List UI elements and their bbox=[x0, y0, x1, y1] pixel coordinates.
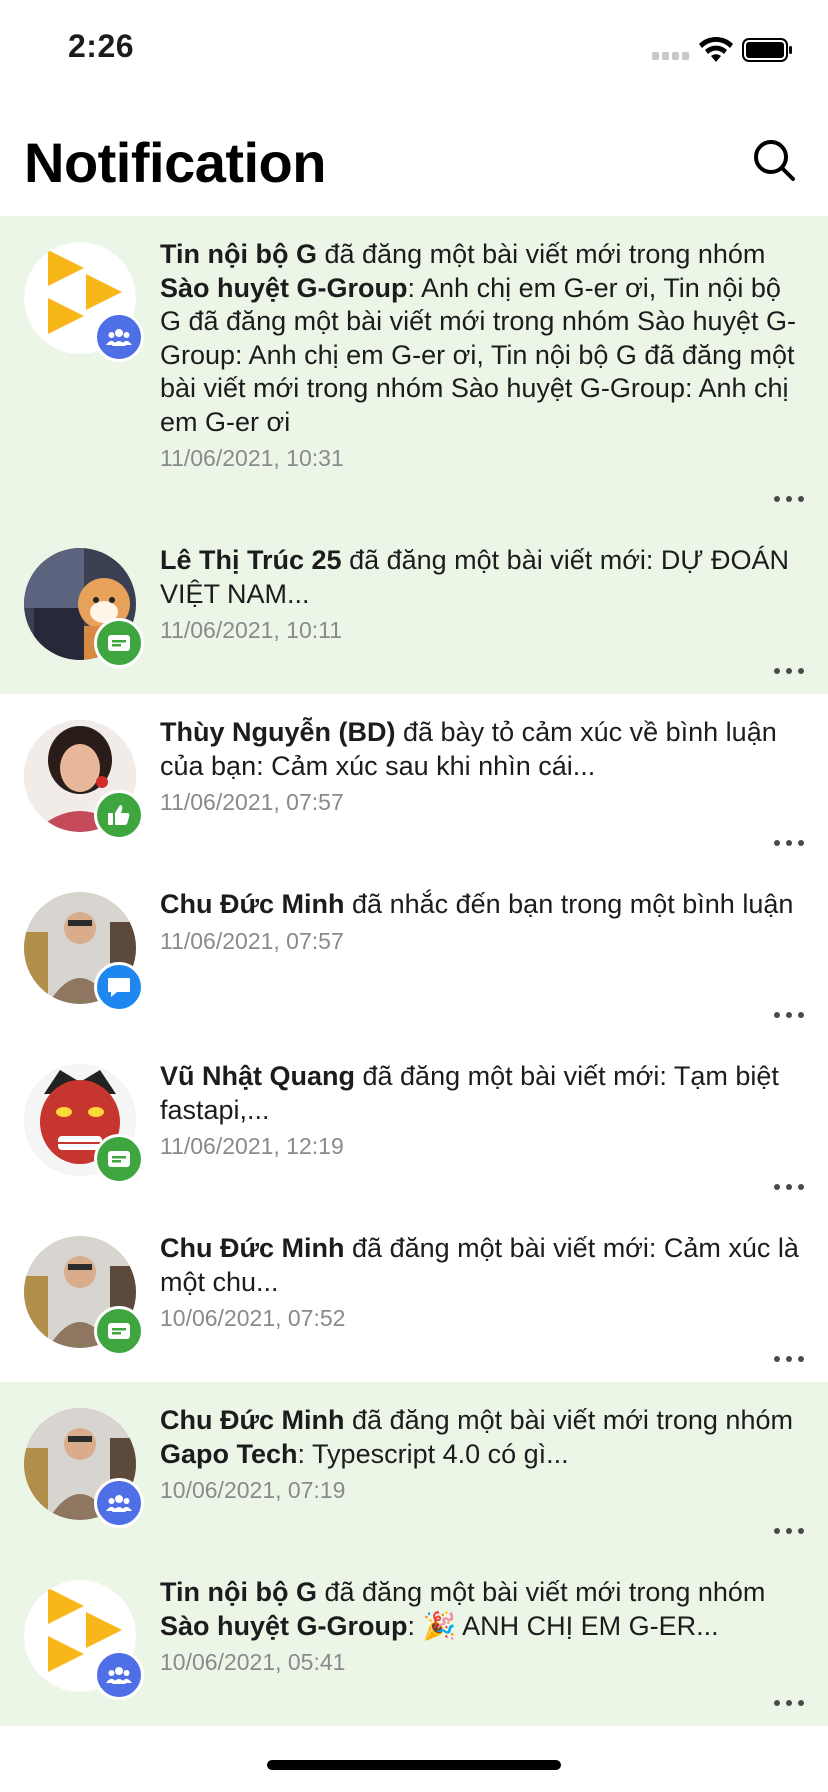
actor-name[interactable]: Tin nội bộ G bbox=[160, 239, 317, 269]
notification-item[interactable]: Vũ Nhật Quang đã đăng một bài viết mới: … bbox=[0, 1038, 828, 1210]
notification-text: Tin nội bộ G đã đăng một bài viết mới tr… bbox=[160, 1576, 808, 1643]
actor-name[interactable]: Lê Thị Trúc 25 bbox=[160, 545, 342, 575]
comment-icon bbox=[94, 962, 144, 1012]
notification-content: Lê Thị Trúc 25 đã đăng một bài viết mới:… bbox=[160, 544, 808, 644]
page-title: Notification bbox=[24, 131, 326, 194]
actor-name[interactable]: Chu Đức Minh bbox=[160, 889, 345, 919]
notification-message: đã đăng một bài viết mới trong nhóm bbox=[316, 1577, 766, 1607]
notification-content: Thùy Nguyễn (BD) đã bày tỏ cảm xúc về bì… bbox=[160, 716, 808, 816]
notification-time: 11/06/2021, 07:57 bbox=[160, 789, 344, 815]
battery-icon bbox=[742, 38, 792, 62]
actor-name[interactable]: Tin nội bộ G bbox=[160, 1577, 317, 1607]
more-options-icon[interactable] bbox=[774, 494, 804, 504]
actor-name[interactable]: Thùy Nguyễn (BD) bbox=[160, 717, 396, 747]
avatar-wrap bbox=[24, 1408, 144, 1528]
more-options-icon[interactable] bbox=[774, 666, 804, 676]
notification-content: Chu Đức Minh đã đăng một bài viết mới: C… bbox=[160, 1232, 808, 1332]
more-options-icon[interactable] bbox=[774, 1182, 804, 1192]
group-icon bbox=[94, 1478, 144, 1528]
group-name[interactable]: Gapo Tech bbox=[160, 1439, 298, 1469]
notification-text: Vũ Nhật Quang đã đăng một bài viết mới: … bbox=[160, 1060, 808, 1127]
notification-text: Lê Thị Trúc 25 đã đăng một bài viết mới:… bbox=[160, 544, 808, 611]
wifi-icon bbox=[699, 36, 733, 62]
group-name[interactable]: Sào huyệt G-Group bbox=[160, 273, 408, 303]
status-bar: 2:26 bbox=[0, 0, 828, 100]
notification-item[interactable]: Tin nội bộ G đã đăng một bài viết mới tr… bbox=[0, 1554, 828, 1726]
avatar-wrap bbox=[24, 1064, 144, 1184]
notification-time: 11/06/2021, 10:11 bbox=[160, 617, 343, 643]
avatar-wrap bbox=[24, 242, 144, 362]
notification-time: 10/06/2021, 05:41 bbox=[160, 1649, 346, 1675]
notification-content: Tin nội bộ G đã đăng một bài viết mới tr… bbox=[160, 238, 808, 472]
more-options-icon[interactable] bbox=[774, 1354, 804, 1364]
notification-content: Vũ Nhật Quang đã đăng một bài viết mới: … bbox=[160, 1060, 808, 1160]
status-time: 2:26 bbox=[68, 28, 135, 64]
notification-message: : 🎉 ANH CHỊ EM G-ER... bbox=[407, 1610, 719, 1641]
post-icon bbox=[94, 618, 144, 668]
notification-item[interactable]: Chu Đức Minh đã đăng một bài viết mới tr… bbox=[0, 1382, 828, 1554]
notification-item[interactable]: Thùy Nguyễn (BD) đã bày tỏ cảm xúc về bì… bbox=[0, 694, 828, 866]
more-options-icon[interactable] bbox=[774, 1526, 804, 1536]
notification-item[interactable]: Chu Đức Minh đã đăng một bài viết mới: C… bbox=[0, 1210, 828, 1382]
like-icon bbox=[94, 790, 144, 840]
search-icon[interactable] bbox=[748, 134, 800, 186]
notification-item[interactable]: Lê Thị Trúc 25 đã đăng một bài viết mới:… bbox=[0, 522, 828, 694]
home-indicator bbox=[267, 1760, 561, 1770]
notification-content: Chu Đức Minh đã đăng một bài viết mới tr… bbox=[160, 1404, 808, 1504]
notification-message: đã nhắc đến bạn trong một bình luận bbox=[344, 889, 794, 919]
notification-message: đã đăng một bài viết mới trong nhóm bbox=[344, 1405, 793, 1435]
notification-text: Thùy Nguyễn (BD) đã bày tỏ cảm xúc về bì… bbox=[160, 716, 808, 783]
notification-content: Chu Đức Minh đã nhắc đến bạn trong một b… bbox=[160, 888, 808, 955]
cellular-signal-icon bbox=[652, 52, 692, 60]
actor-name[interactable]: Chu Đức Minh bbox=[160, 1233, 345, 1263]
notification-time: 11/06/2021, 12:19 bbox=[160, 1133, 344, 1159]
header: Notification bbox=[0, 100, 828, 216]
notification-time: 10/06/2021, 07:52 bbox=[160, 1305, 346, 1331]
notification-list: Tin nội bộ G đã đăng một bài viết mới tr… bbox=[0, 216, 828, 1726]
notification-item[interactable]: Chu Đức Minh đã nhắc đến bạn trong một b… bbox=[0, 866, 828, 1038]
avatar-wrap bbox=[24, 720, 144, 840]
notification-text: Tin nội bộ G đã đăng một bài viết mới tr… bbox=[160, 238, 808, 439]
notification-content: Tin nội bộ G đã đăng một bài viết mới tr… bbox=[160, 1576, 808, 1676]
group-icon bbox=[94, 1650, 144, 1700]
more-options-icon[interactable] bbox=[774, 838, 804, 848]
notification-text: Chu Đức Minh đã nhắc đến bạn trong một b… bbox=[160, 888, 808, 922]
group-name[interactable]: Sào huyệt G-Group bbox=[160, 1611, 408, 1641]
post-icon bbox=[94, 1306, 144, 1356]
actor-name[interactable]: Chu Đức Minh bbox=[160, 1405, 345, 1435]
notification-text: Chu Đức Minh đã đăng một bài viết mới tr… bbox=[160, 1404, 808, 1471]
avatar-wrap bbox=[24, 548, 144, 668]
avatar-wrap bbox=[24, 892, 144, 1012]
post-icon bbox=[94, 1134, 144, 1184]
notification-text: Chu Đức Minh đã đăng một bài viết mới: C… bbox=[160, 1232, 808, 1299]
notification-time: 11/06/2021, 07:57 bbox=[160, 927, 344, 954]
notification-time: 11/06/2021, 10:31 bbox=[160, 445, 344, 471]
more-options-icon[interactable] bbox=[774, 1698, 804, 1708]
notification-message: đã đăng một bài viết mới trong nhóm bbox=[316, 239, 766, 269]
notification-time: 10/06/2021, 07:19 bbox=[160, 1477, 346, 1503]
avatar-wrap bbox=[24, 1236, 144, 1356]
notification-item[interactable]: Tin nội bộ G đã đăng một bài viết mới tr… bbox=[0, 216, 828, 522]
more-options-icon[interactable] bbox=[774, 1010, 804, 1020]
notification-message: : Typescript 4.0 có gì... bbox=[297, 1438, 569, 1469]
group-icon bbox=[94, 312, 144, 362]
actor-name[interactable]: Vũ Nhật Quang bbox=[160, 1061, 355, 1091]
avatar-wrap bbox=[24, 1580, 144, 1700]
